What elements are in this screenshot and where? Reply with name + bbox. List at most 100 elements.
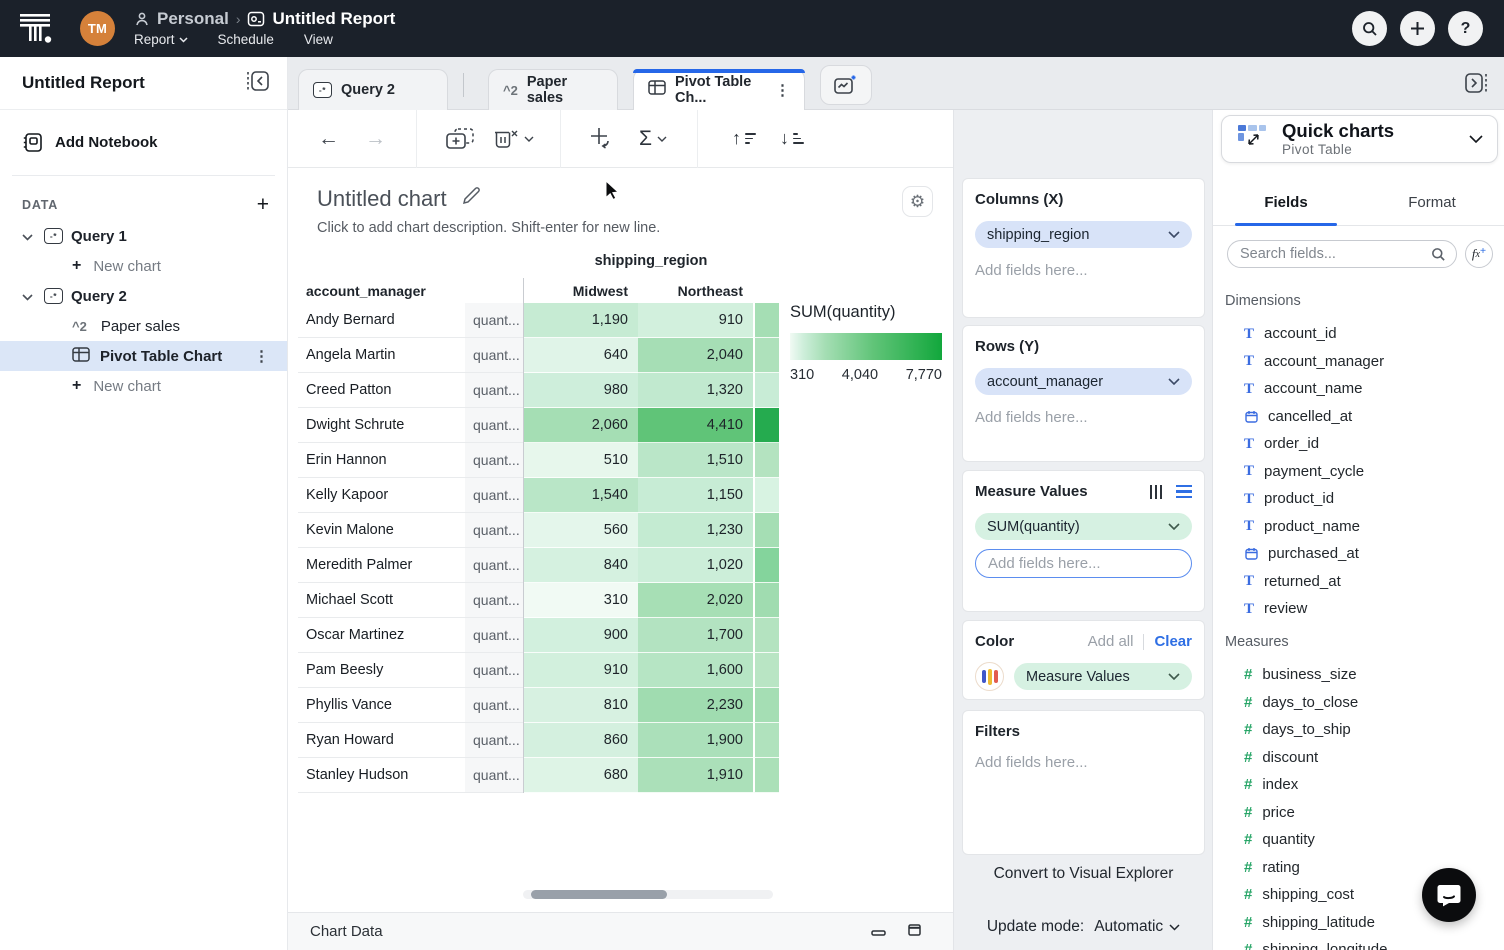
tab-format[interactable]: Format: [1359, 185, 1504, 225]
search-fields-box[interactable]: [1227, 240, 1457, 268]
menu-view[interactable]: View: [304, 32, 333, 47]
pivot-value-cell: 2,230: [638, 688, 753, 723]
measure-item-days_to_close[interactable]: #days_to_close: [1213, 689, 1504, 717]
measure-values-field-pill[interactable]: SUM(quantity): [975, 513, 1192, 540]
breadcrumb-workspace[interactable]: Personal: [157, 9, 229, 29]
fields-format-tabs: Fields Format: [1213, 185, 1504, 226]
convert-to-visual-explorer-button[interactable]: Convert to Visual Explorer: [954, 865, 1213, 883]
chart-description-placeholder[interactable]: Click to add chart description. Shift-en…: [317, 220, 660, 236]
chevron-down-icon[interactable]: [22, 228, 36, 245]
measure-values-title: Measure Values: [975, 483, 1088, 500]
sidebar-item-pivot-table-chart[interactable]: Pivot Table Chart ⋮: [0, 341, 287, 371]
horizontal-scrollbar[interactable]: [523, 890, 773, 899]
dimension-item-account_manager[interactable]: Taccount_manager: [1213, 348, 1504, 376]
measure-item-days_to_ship[interactable]: #days_to_ship: [1213, 716, 1504, 744]
update-mode-dropdown[interactable]: Automatic: [1094, 918, 1180, 936]
sidebar-item-query1[interactable]: -* Query 1: [0, 221, 287, 251]
sidebar-item-new-chart-2[interactable]: + New chart: [0, 371, 287, 401]
dimension-item-account_id[interactable]: Taccount_id: [1213, 320, 1504, 348]
undo-button[interactable]: ←: [318, 127, 339, 151]
quick-charts-selector[interactable]: Quick charts Pivot Table: [1221, 115, 1498, 163]
measure-item-index[interactable]: #index: [1213, 771, 1504, 799]
kebab-menu-icon[interactable]: ⋮: [254, 347, 269, 365]
chevron-down-icon: [179, 37, 188, 43]
rows-y-placeholder[interactable]: Add fields here...: [975, 409, 1192, 426]
tab-fields[interactable]: Fields: [1213, 185, 1359, 225]
dimension-item-review[interactable]: Treview: [1213, 595, 1504, 623]
menu-report[interactable]: Report: [134, 32, 188, 47]
help-button[interactable]: ?: [1448, 11, 1483, 46]
collapse-right-panel-button[interactable]: [1462, 70, 1490, 96]
add-data-button[interactable]: +: [257, 194, 269, 215]
dimension-item-product_name[interactable]: Tproduct_name: [1213, 513, 1504, 541]
chart-data-label[interactable]: Chart Data: [310, 923, 383, 940]
maximize-panel-icon[interactable]: [908, 923, 921, 941]
dock-panel-bottom-icon[interactable]: [871, 923, 886, 941]
sort-descending-button[interactable]: ↓: [780, 128, 804, 149]
add-formula-button[interactable]: fx+: [1465, 240, 1493, 268]
pivot-measure-label: quant...: [465, 583, 523, 618]
dimension-item-purchased_at[interactable]: purchased_at: [1213, 540, 1504, 568]
chart-title[interactable]: Untitled chart: [317, 186, 447, 212]
aggregate-button[interactable]: Σ: [639, 127, 667, 151]
edit-title-pencil-icon[interactable]: [461, 187, 480, 211]
collapse-sidebar-button[interactable]: [245, 70, 271, 97]
chart-settings-button[interactable]: ⚙: [902, 186, 933, 217]
tab-query2[interactable]: -* Query 2: [298, 69, 448, 110]
field-label: payment_cycle: [1264, 463, 1364, 480]
measure-item-business_size[interactable]: #business_size: [1213, 661, 1504, 689]
color-add-all-link[interactable]: Add all: [1088, 633, 1134, 650]
dimension-item-order_id[interactable]: Torder_id: [1213, 430, 1504, 458]
menu-schedule[interactable]: Schedule: [218, 32, 274, 47]
tab-paper-sales[interactable]: ^2 Paper sales: [488, 69, 618, 110]
rows-y-field-pill[interactable]: account_manager: [975, 368, 1192, 395]
app-logo-icon[interactable]: [18, 11, 56, 47]
color-field-pill[interactable]: Measure Values: [1014, 663, 1192, 690]
measure-item-quantity[interactable]: #quantity: [1213, 826, 1504, 854]
breadcrumb-report-title[interactable]: Untitled Report: [272, 9, 395, 29]
search-button[interactable]: [1352, 11, 1387, 46]
add-button[interactable]: [1400, 11, 1435, 46]
dimension-item-returned_at[interactable]: Treturned_at: [1213, 568, 1504, 596]
tab-pivot-table-chart[interactable]: Pivot Table Ch... ⋮: [633, 69, 805, 110]
dimension-item-cancelled_at[interactable]: cancelled_at: [1213, 403, 1504, 431]
pivot-partial-cell: [753, 688, 779, 723]
add-notebook-button[interactable]: Add Notebook: [0, 110, 287, 153]
pivot-measure-label: quant...: [465, 478, 523, 513]
dimension-item-payment_cycle[interactable]: Tpayment_cycle: [1213, 458, 1504, 486]
columns-layout-icon[interactable]: [1150, 485, 1163, 499]
report-icon: [247, 11, 265, 27]
add-to-report-button[interactable]: [445, 127, 475, 151]
measure-values-add-field-input[interactable]: [975, 549, 1192, 578]
search-fields-input[interactable]: [1240, 246, 1431, 262]
sidebar-item-paper-sales[interactable]: ^2 Paper sales: [0, 311, 287, 341]
rows-layout-icon[interactable]: [1176, 485, 1192, 499]
chevron-down-icon[interactable]: [22, 288, 36, 305]
sidebar-item-query2[interactable]: -* Query 2: [0, 281, 287, 311]
sort-ascending-button[interactable]: ↑: [732, 128, 756, 149]
calendar-icon: [1244, 410, 1258, 423]
columns-x-field-pill[interactable]: shipping_region: [975, 221, 1192, 248]
user-avatar[interactable]: TM: [80, 11, 115, 46]
new-chart-tab-button[interactable]: [820, 65, 872, 105]
color-palette-icon[interactable]: [975, 662, 1004, 691]
number-type-icon: #: [1244, 749, 1252, 766]
dimension-item-product_id[interactable]: Tproduct_id: [1213, 485, 1504, 513]
filters-placeholder[interactable]: Add fields here...: [975, 754, 1192, 771]
color-clear-link[interactable]: Clear: [1154, 633, 1192, 650]
kebab-menu-icon[interactable]: ⋮: [775, 81, 790, 99]
redo-button[interactable]: →: [365, 127, 386, 151]
add-fields-input[interactable]: [988, 555, 1187, 572]
pivot-table-row: Erin Hannonquant...5101,510: [298, 443, 779, 478]
measure-item-price[interactable]: #price: [1213, 799, 1504, 827]
columns-x-placeholder[interactable]: Add fields here...: [975, 262, 1192, 279]
measure-item-discount[interactable]: #discount: [1213, 744, 1504, 772]
scrollbar-thumb[interactable]: [531, 890, 667, 899]
measure-item-shipping_longitude[interactable]: #shipping_longitude: [1213, 936, 1504, 950]
dimension-item-account_name[interactable]: Taccount_name: [1213, 375, 1504, 403]
sidebar-item-new-chart-1[interactable]: + New chart: [0, 251, 287, 281]
swap-axes-button[interactable]: [589, 126, 615, 152]
support-chat-button[interactable]: [1422, 868, 1476, 922]
remove-chart-button[interactable]: [493, 128, 534, 150]
pivot-table-row: Oscar Martinezquant...9001,700: [298, 618, 779, 653]
